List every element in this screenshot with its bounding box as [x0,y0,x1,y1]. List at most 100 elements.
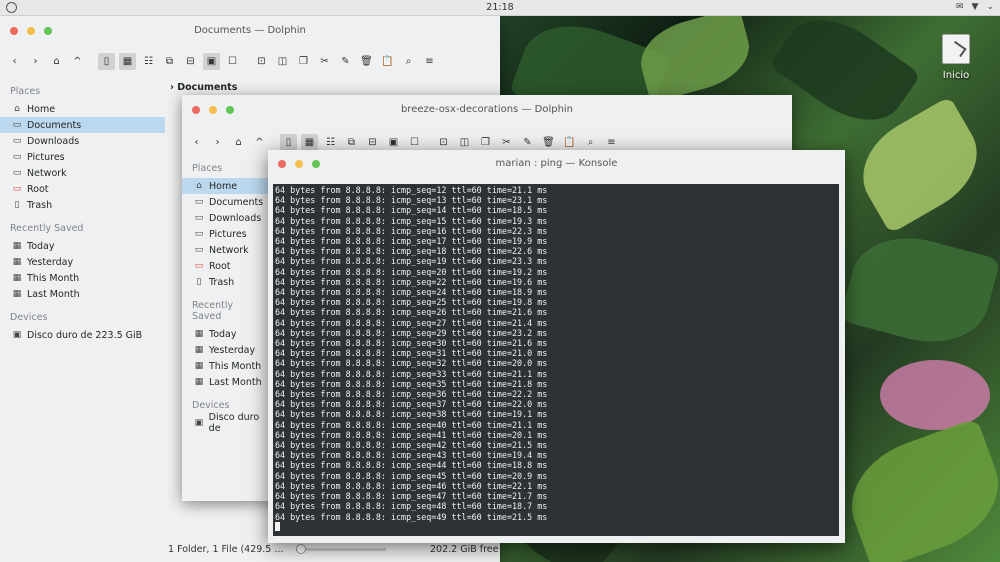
recent-item-yesterday[interactable]: ▦ Yesterday [182,342,272,358]
cut-icon[interactable]: ✂ [316,53,333,70]
up-icon[interactable]: ^ [69,53,86,70]
places-item-documents[interactable]: ▭ Documents [0,117,165,133]
new-folder-icon[interactable]: ⊡ [435,134,452,151]
places-item-trash[interactable]: ▯ Trash [0,197,165,213]
terminal-line: 64 bytes from 8.8.8.8: icmp_seq=40 ttl=6… [275,419,548,430]
places-item-network[interactable]: ▭ Network [182,242,272,258]
back-icon[interactable]: ‹ [188,134,205,151]
close-button[interactable] [278,160,286,168]
forward-icon[interactable]: › [209,134,226,151]
maximize-button[interactable] [44,27,52,35]
places-item-downloads[interactable]: ▭ Downloads [182,210,272,226]
back-icon[interactable]: ‹ [6,53,23,70]
home-folder-icon [942,34,970,64]
places-item-downloads[interactable]: ▭ Downloads [0,133,165,149]
places-item-home[interactable]: ⌂ Home [0,101,165,117]
places-item-pictures[interactable]: ▭ Pictures [0,149,165,165]
recent-item-today[interactable]: ▦ Today [182,326,272,342]
menu-chevron-icon[interactable]: ⌄ [986,2,994,12]
terminal-line: 64 bytes from 8.8.8.8: icmp_seq=22 ttl=6… [275,276,548,287]
terminal-line: 64 bytes from 8.8.8.8: icmp_seq=43 ttl=6… [275,450,548,461]
places-item-root[interactable]: ▭ Root [0,181,165,197]
minimize-button[interactable] [295,160,303,168]
network-icon[interactable]: ▼ [972,2,979,12]
places-item-pictures[interactable]: ▭ Pictures [182,226,272,242]
places-item-trash[interactable]: ▯ Trash [182,274,272,290]
recent-item-yesterday[interactable]: ▦ Yesterday [0,254,165,270]
terminal-line: 64 bytes from 8.8.8.8: icmp_seq=27 ttl=6… [275,317,548,328]
icons-view-icon[interactable]: ▯ [98,52,115,70]
new-folder-icon[interactable]: ⊡ [253,53,270,70]
places-item-network[interactable]: ▭ Network [0,165,165,181]
breadcrumb[interactable]: › Documents [170,82,237,93]
new-file-icon[interactable]: ◫ [274,53,291,70]
recent-item-last-month[interactable]: ▦ Last Month [182,374,272,390]
rename-icon[interactable]: ✎ [337,53,354,70]
split-view-icon[interactable]: ⧉ [343,134,360,151]
search-icon[interactable]: ⌕ [400,53,417,70]
clipboard-icon[interactable]: ✉ [956,2,964,12]
folder-red-icon: ▭ [12,183,22,194]
info-icon[interactable]: ☐ [224,53,241,70]
home-icon: ⌂ [196,180,202,191]
window-titlebar[interactable]: Documents — Dolphin [0,16,500,46]
paste-icon[interactable]: 📋 [561,134,578,151]
hamburger-menu-icon[interactable]: ≡ [603,134,620,151]
folder-icon: ▭ [194,196,204,207]
places-item-root[interactable]: ▭ Root [182,258,272,274]
search-icon[interactable]: ⌕ [582,134,599,151]
recent-item-today[interactable]: ▦ Today [0,238,165,254]
places-item-documents[interactable]: ▭ Documents [182,194,272,210]
preview-icon[interactable]: ▣ [385,134,402,151]
recent-item-last-month[interactable]: ▦ Last Month [0,286,165,302]
places-item-home[interactable]: ⌂ Home [182,178,272,194]
paste-icon[interactable]: 📋 [379,53,396,70]
home-icon[interactable]: ⌂ [48,53,65,70]
terminal-line: 64 bytes from 8.8.8.8: icmp_seq=25 ttl=6… [275,297,548,308]
terminal-output[interactable]: 64 bytes from 8.8.8.8: icmp_seq=12 ttl=6… [273,184,839,536]
up-icon[interactable]: ^ [251,134,268,151]
compact-view-icon[interactable]: ▦ [301,133,318,151]
panel-clock[interactable]: 21:18 [0,2,1000,13]
minimize-button[interactable] [27,27,35,35]
window-title: marian : ping — Konsole [495,158,618,169]
compact-view-icon[interactable]: ▦ [119,52,136,70]
places-header: Places [10,86,41,97]
new-file-icon[interactable]: ◫ [456,134,473,151]
minimize-button[interactable] [209,106,217,114]
recent-item-this-month[interactable]: ▦ This Month [182,358,272,374]
forward-icon[interactable]: › [27,53,44,70]
hamburger-menu-icon[interactable]: ≡ [421,53,438,70]
copy-icon[interactable]: ❐ [477,134,494,151]
maximize-button[interactable] [226,106,234,114]
recent-item-this-month[interactable]: ▦ This Month [0,270,165,286]
rename-icon[interactable]: ✎ [519,134,536,151]
calendar-icon: ▦ [194,344,204,355]
icons-view-icon[interactable]: ▯ [280,133,297,151]
zoom-slider-handle[interactable] [296,544,306,554]
home-icon[interactable]: ⌂ [230,134,247,151]
details-view-icon[interactable]: ☷ [140,53,157,70]
konsole-window[interactable]: marian : ping — Konsole 64 bytes from 8.… [268,150,845,543]
info-icon[interactable]: ☐ [406,134,423,151]
window-titlebar[interactable]: marian : ping — Konsole [268,150,845,178]
device-item-disk[interactable]: ▣ Disco duro de [182,412,272,434]
preview-icon[interactable]: ▣ [203,52,220,70]
window-title: Documents — Dolphin [194,25,306,36]
panels-icon[interactable]: ⊟ [182,53,199,70]
terminal-line: 64 bytes from 8.8.8.8: icmp_seq=33 ttl=6… [275,368,548,379]
close-button[interactable] [10,27,18,35]
zoom-slider[interactable] [296,548,386,551]
cut-icon[interactable]: ✂ [498,134,515,151]
maximize-button[interactable] [312,160,320,168]
close-button[interactable] [192,106,200,114]
split-view-icon[interactable]: ⧉ [161,53,178,70]
details-view-icon[interactable]: ☷ [322,134,339,151]
panels-icon[interactable]: ⊟ [364,134,381,151]
device-item-disk[interactable]: ▣ Disco duro de 223.5 GiB [0,327,165,343]
desktop-home-launcher[interactable]: Inicio [930,34,982,81]
copy-icon[interactable]: ❐ [295,53,312,70]
window-titlebar[interactable]: breeze-osx-decorations — Dolphin [182,95,792,125]
trash-icon[interactable]: 🗑 [358,53,375,70]
trash-icon[interactable]: 🗑 [540,134,557,151]
